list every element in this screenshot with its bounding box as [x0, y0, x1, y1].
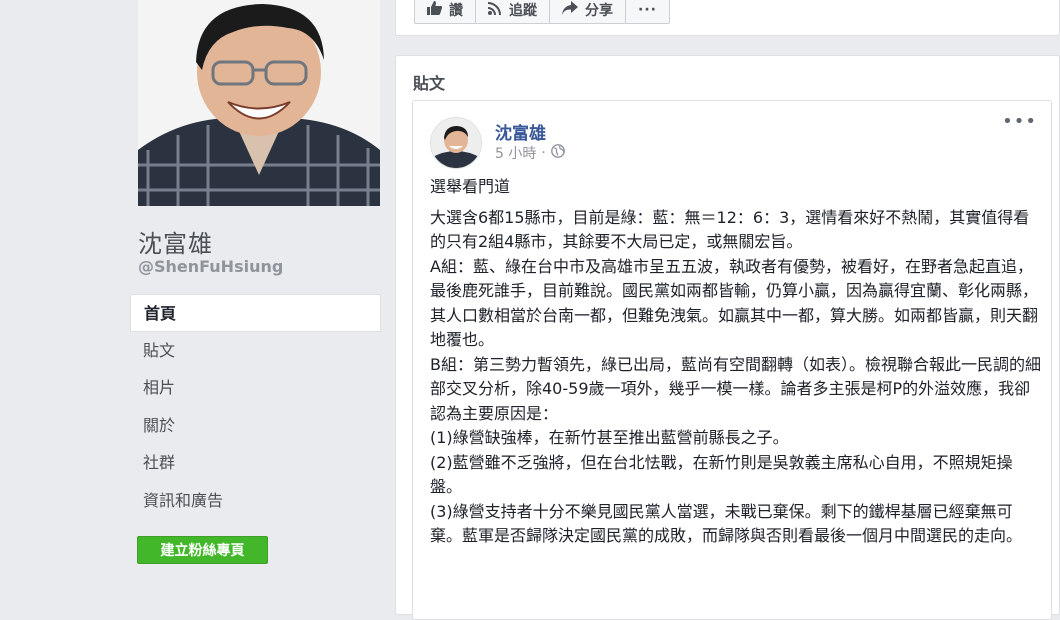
- post-paragraph: 大選含6都15縣市，目前是綠：藍：無＝12：6：3，選情看來好不熱鬧，其實值得看…: [430, 207, 1030, 252]
- nav-item-photos[interactable]: 相片: [130, 369, 381, 407]
- nav-item-about[interactable]: 關於: [130, 407, 381, 445]
- post: 沈富雄 5 小時 · ••• 選舉看門道 大選含6都15縣市，目前是綠：藍：無＝…: [412, 100, 1052, 620]
- profile-handle: @ShenFuHsiung: [138, 257, 284, 276]
- follow-button[interactable]: 追蹤: [476, 0, 550, 24]
- post-paragraph: A組：藍、綠在台中市及高雄市呈五五波，執政者有優勢，被看好，在野者急起直追，最後…: [430, 256, 1039, 350]
- rss-follow-icon: [488, 1, 502, 19]
- page-nav: 首頁 貼文 相片 關於 社群 資訊和廣告: [130, 294, 381, 519]
- nav-item-community[interactable]: 社群: [130, 444, 381, 482]
- globe-icon: [550, 144, 565, 162]
- post-text: 選舉看門道 大選含6都15縣市，目前是綠：藍：無＝12：6：3，選情看來好不熱鬧…: [430, 175, 1042, 549]
- post-timestamp[interactable]: 5 小時: [495, 143, 536, 163]
- thumbs-up-icon: [427, 1, 443, 19]
- profile-photo[interactable]: [138, 0, 380, 206]
- like-button[interactable]: 讚: [414, 0, 476, 24]
- posts-section-title: 貼文: [413, 74, 446, 93]
- action-button-group: 讚 追蹤 分享 ···: [414, 0, 670, 24]
- share-button[interactable]: 分享: [550, 0, 626, 24]
- post-meta: 5 小時 ·: [495, 143, 565, 163]
- page-action-bar: 讚 追蹤 分享 ···: [395, 0, 1060, 36]
- nav-item-posts[interactable]: 貼文: [130, 332, 381, 370]
- post-author-avatar[interactable]: [430, 117, 482, 169]
- meta-separator: ·: [541, 145, 546, 161]
- nav-item-home[interactable]: 首頁: [130, 294, 381, 332]
- post-paragraph: (3)綠營支持者十分不樂見國民黨人當選，未戰已棄保。剩下的鐵桿基層已經棄無可棄。…: [430, 501, 1023, 546]
- profile-photo-image: [138, 0, 380, 206]
- nav-item-info-and-ads[interactable]: 資訊和廣告: [130, 482, 381, 520]
- share-label: 分享: [585, 3, 613, 19]
- post-paragraph: (2)藍營雖不乏強將，但在台北怯戰，在新竹則是吳敦義主席私心自用，不照規矩操盤。: [430, 452, 1013, 497]
- post-paragraph: 選舉看門道: [430, 177, 511, 196]
- more-dots-icon: ···: [638, 2, 657, 18]
- post-paragraph: (1)綠營缺強棒，在新竹甚至推出藍營前縣長之子。: [430, 428, 789, 447]
- like-label: 讚: [449, 3, 463, 19]
- follow-label: 追蹤: [509, 3, 537, 19]
- post-author-name[interactable]: 沈富雄: [495, 119, 546, 144]
- profile-name[interactable]: 沈富雄: [138, 224, 213, 259]
- post-paragraph: B組：第三勢力暫領先，綠已出局，藍尚有空間翻轉（如表）。檢視聯合報此一民調的細部…: [430, 354, 1041, 423]
- create-page-button[interactable]: 建立粉絲專頁: [137, 536, 268, 564]
- more-options-button[interactable]: ···: [626, 0, 670, 24]
- post-options-button[interactable]: •••: [1002, 111, 1037, 132]
- share-arrow-icon: [562, 1, 578, 19]
- posts-section: 貼文 沈富雄 5 小時 · ••• 選舉看門道 大選含6都15縣市，目前是綠：藍…: [395, 55, 1060, 620]
